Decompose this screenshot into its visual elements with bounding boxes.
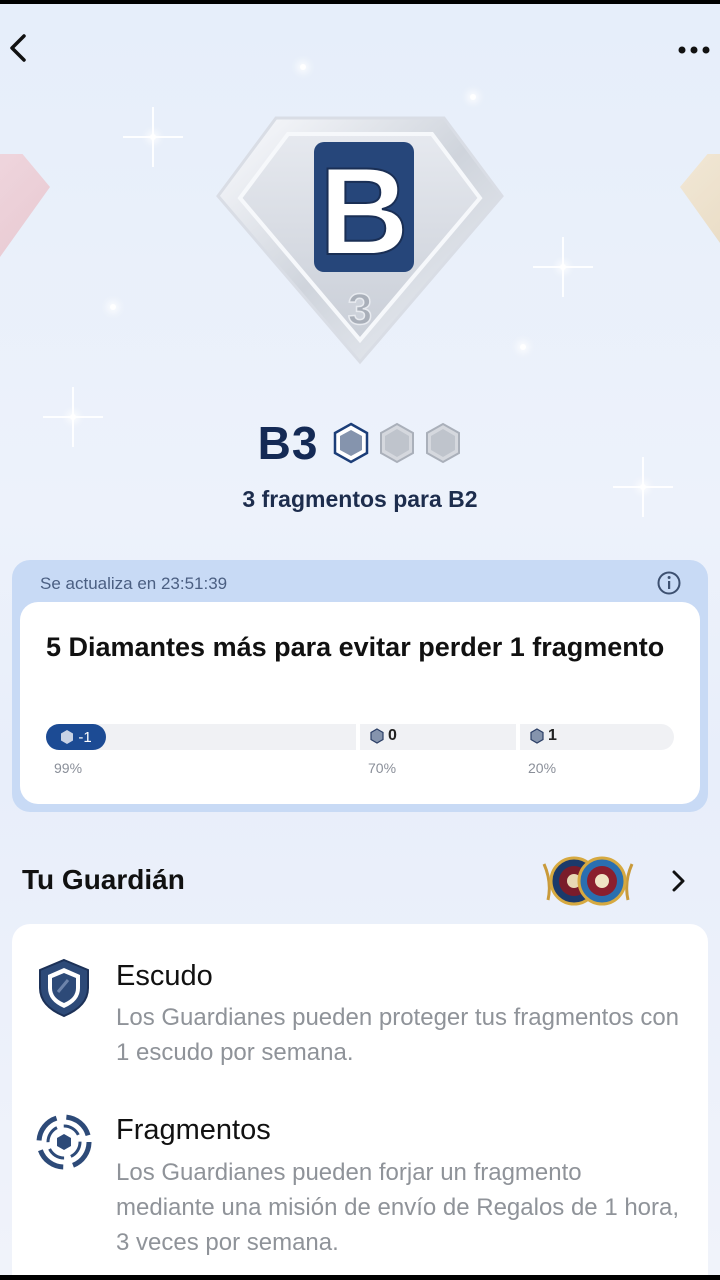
progress-current-pill: -1 xyxy=(46,724,106,750)
next-rank-badge[interactable] xyxy=(680,154,720,264)
info-icon[interactable] xyxy=(656,570,682,596)
fragment-icon xyxy=(61,730,74,744)
svg-text:3: 3 xyxy=(348,285,372,334)
sparkle-decoration xyxy=(150,134,156,140)
perk-title: Escudo xyxy=(116,960,213,992)
percent-label: 99% xyxy=(54,760,83,776)
rank-title-row: B3 xyxy=(0,416,720,470)
fragment-empty-icon xyxy=(426,422,461,464)
sparkle-decoration xyxy=(110,304,116,310)
perk-title: Fragmentos xyxy=(116,1114,271,1146)
fragment-icon xyxy=(530,728,544,744)
sparkle-decoration xyxy=(470,94,476,100)
milestone-marker: 0 xyxy=(370,727,397,745)
previous-rank-badge[interactable] xyxy=(0,154,50,264)
milestone-marker: 1 xyxy=(530,727,557,745)
progress-bar: -1 0 1 xyxy=(46,724,674,750)
sparkle-decoration xyxy=(520,344,526,350)
progress-segment: -1 xyxy=(46,724,356,750)
more-dots-icon xyxy=(678,46,710,54)
forge-icon xyxy=(36,1114,92,1170)
update-card: Se actualiza en 23:51:39 5 Diamantes más… xyxy=(12,560,708,812)
shield-icon xyxy=(39,958,89,1018)
perk-description: Los Guardianes pueden proteger tus fragm… xyxy=(116,1004,680,1066)
sparkle-decoration xyxy=(560,264,566,270)
progress-current-label: -1 xyxy=(78,728,92,746)
back-button[interactable] xyxy=(4,28,40,68)
fragments-needed-text: 3 fragmentos para B2 xyxy=(242,486,478,512)
chevron-right-icon[interactable] xyxy=(664,866,692,896)
more-options-button[interactable] xyxy=(672,28,716,68)
progress-segment: 0 xyxy=(360,724,516,750)
milestone-label: 1 xyxy=(548,727,557,744)
fragment-filled-icon xyxy=(334,422,369,464)
perk-description: Los Guardianes pueden forjar un fragment… xyxy=(116,1159,680,1256)
update-countdown: Se actualiza en 23:51:39 xyxy=(40,574,228,593)
fragment-empty-icon xyxy=(380,422,415,464)
rank-screen: B 3 B3 3 fragmentos para B2 Se actualiza… xyxy=(0,4,720,1275)
goal-card: 5 Diamantes más para evitar perder 1 fra… xyxy=(20,602,700,804)
svg-text:B: B xyxy=(319,143,409,281)
guardian-row[interactable]: Tu Guardián xyxy=(0,854,720,910)
goal-text: 5 Diamantes más para evitar perder 1 fra… xyxy=(46,632,665,662)
percent-label: 20% xyxy=(528,760,557,776)
percent-label: 70% xyxy=(368,760,397,776)
rank-badge-icon: B 3 xyxy=(216,116,504,365)
milestone-label: 0 xyxy=(388,727,397,744)
sparkle-decoration xyxy=(300,64,306,70)
guardian-avatar-icon xyxy=(542,856,634,906)
chevron-left-icon xyxy=(10,34,26,62)
rank-title: B3 xyxy=(257,417,319,469)
fragment-icon xyxy=(370,728,384,744)
guardian-perks-card: Escudo Los Guardianes pueden proteger tu… xyxy=(12,924,708,1275)
guardian-title: Tu Guardián xyxy=(22,864,185,895)
progress-segment: 1 xyxy=(520,724,674,750)
